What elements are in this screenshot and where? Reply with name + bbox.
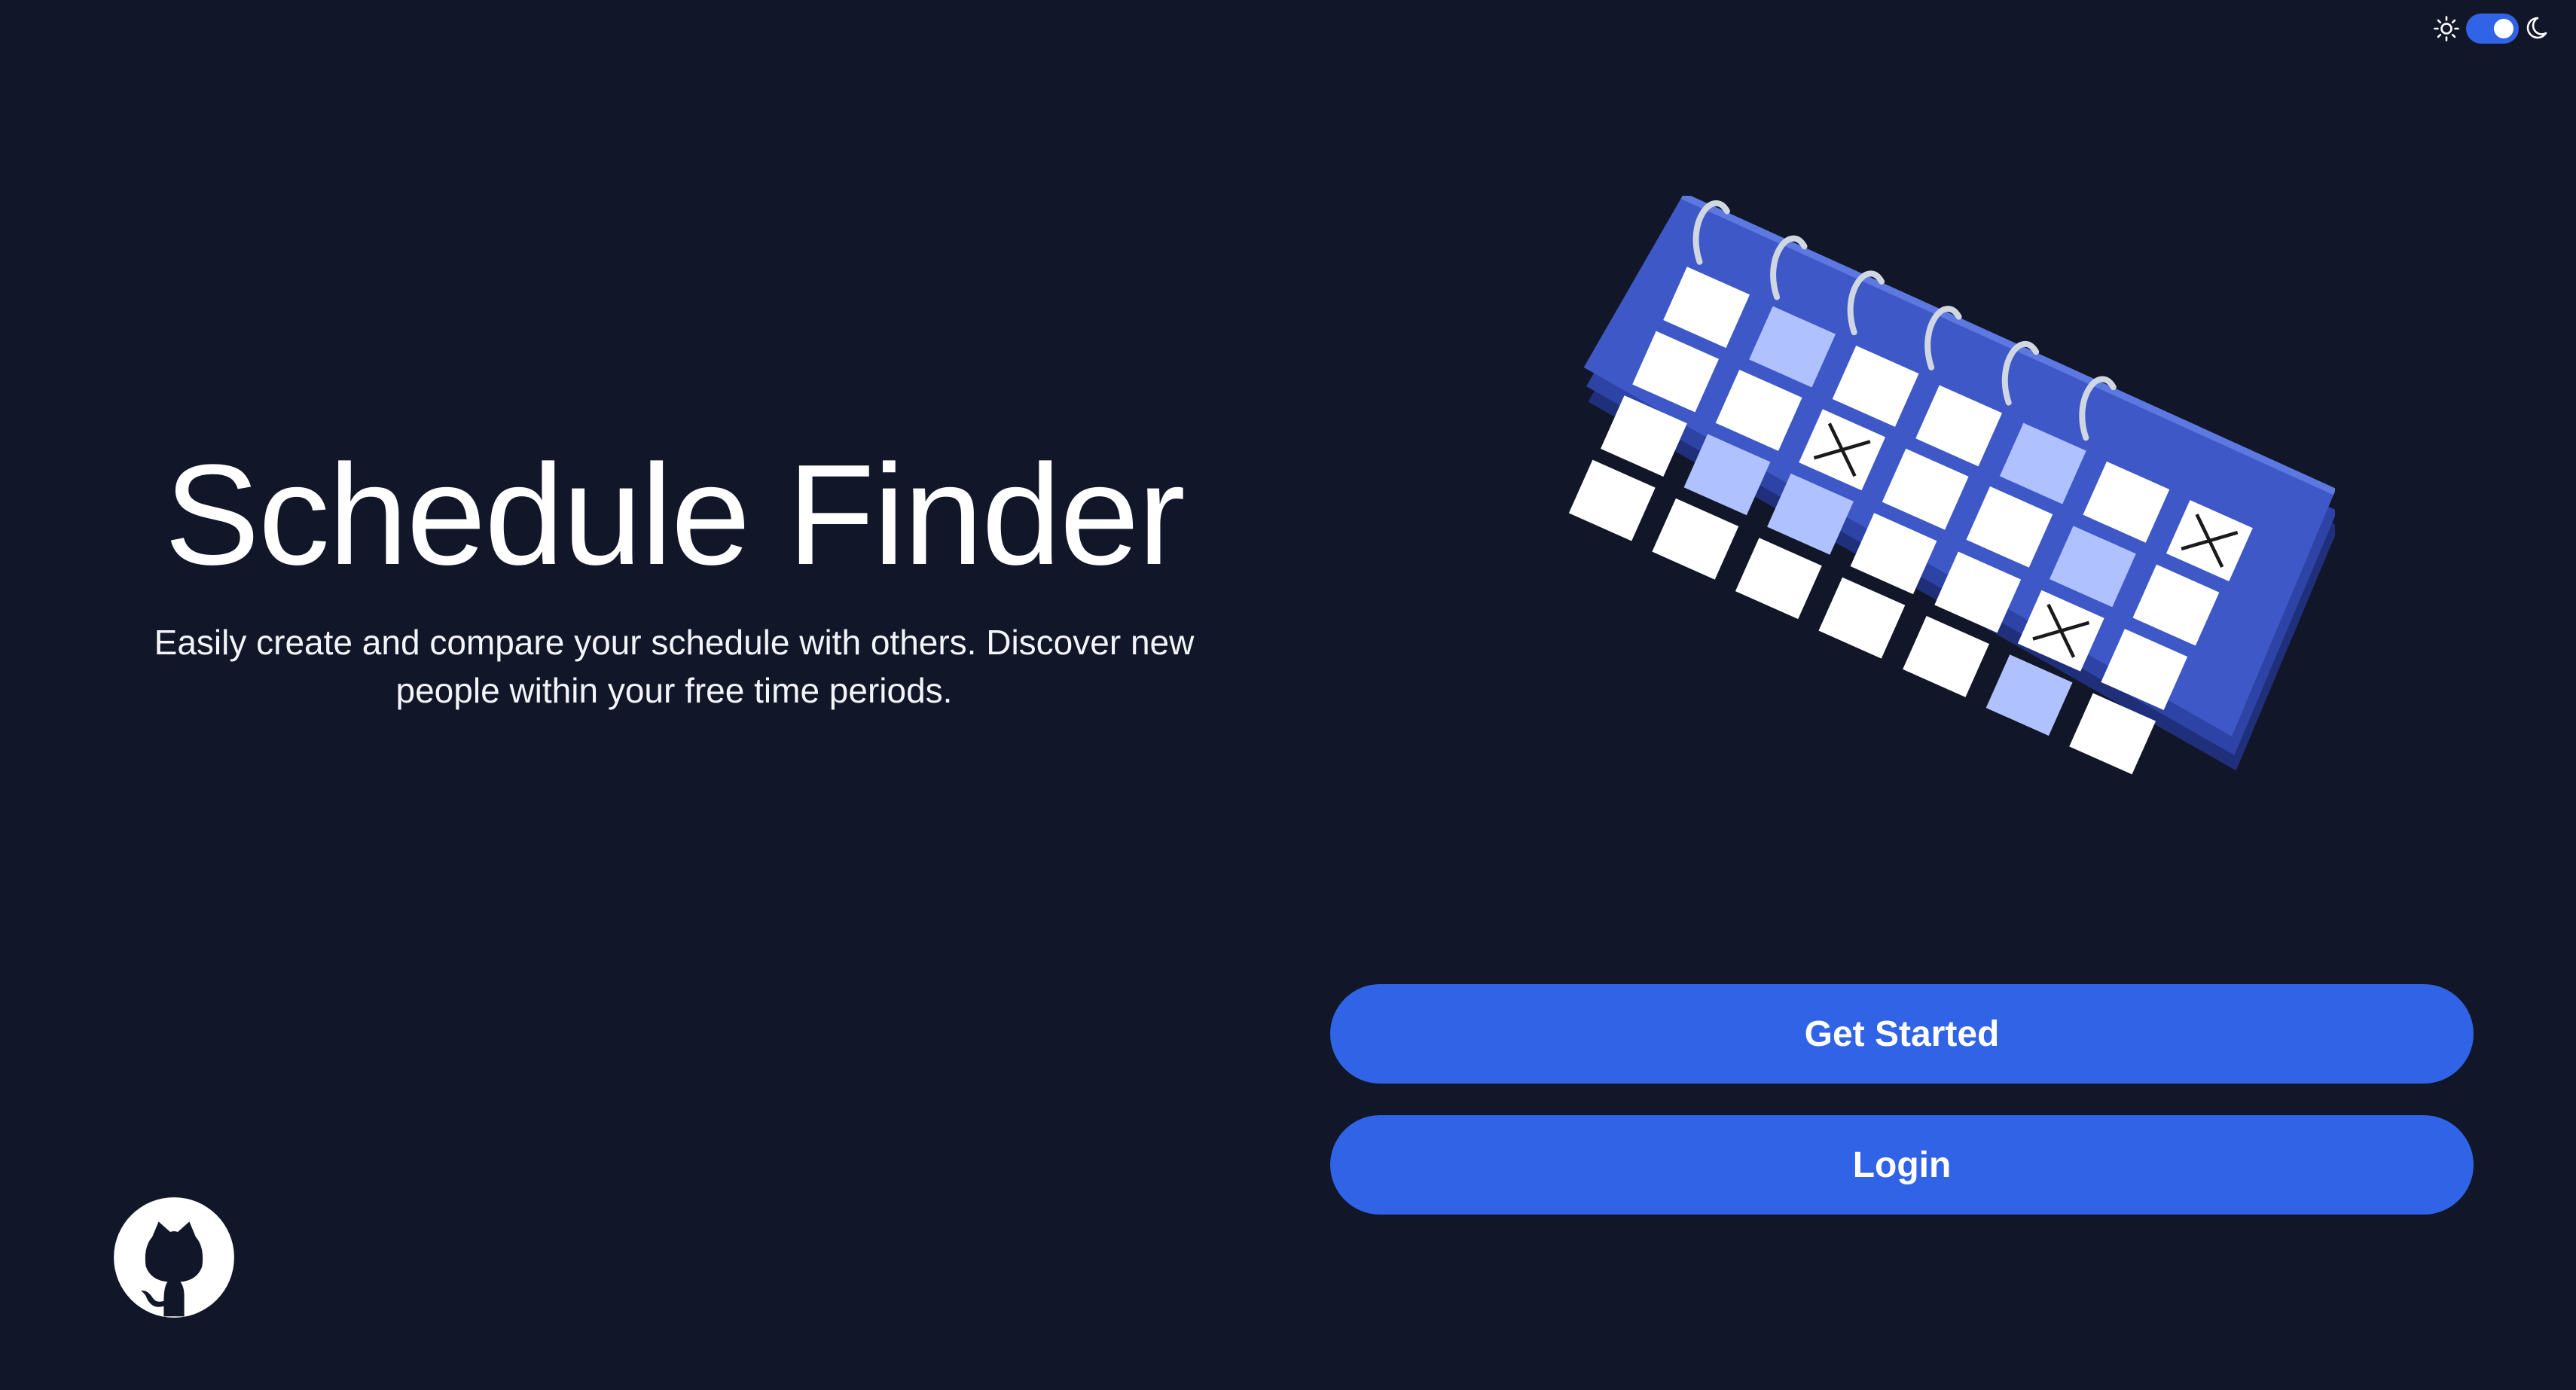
calendar-cell	[1568, 459, 1656, 541]
calendar-cell	[1652, 498, 1739, 580]
github-icon	[114, 1197, 234, 1318]
theme-switch-knob	[2494, 19, 2513, 38]
calendar-cell	[1903, 615, 1989, 697]
sun-icon	[2434, 16, 2459, 41]
moon-icon	[2526, 17, 2547, 39]
calendar-cell	[1818, 577, 1906, 659]
theme-toggle	[2433, 14, 2553, 44]
action-buttons: Get Started Login	[1330, 984, 2474, 1215]
calendar-illustration	[1476, 196, 2335, 934]
github-link[interactable]	[110, 1193, 238, 1321]
page-title: Schedule Finder	[164, 435, 1186, 595]
hero-text: Schedule Finder Easily create and compar…	[136, 440, 1213, 715]
login-button[interactable]: Login	[1330, 1115, 2474, 1215]
get-started-button[interactable]: Get Started	[1330, 984, 2474, 1084]
theme-switch[interactable]	[2466, 14, 2519, 44]
calendar-cell	[1735, 538, 1822, 620]
page-subtitle: Easily create and compare your schedule …	[154, 622, 1195, 710]
